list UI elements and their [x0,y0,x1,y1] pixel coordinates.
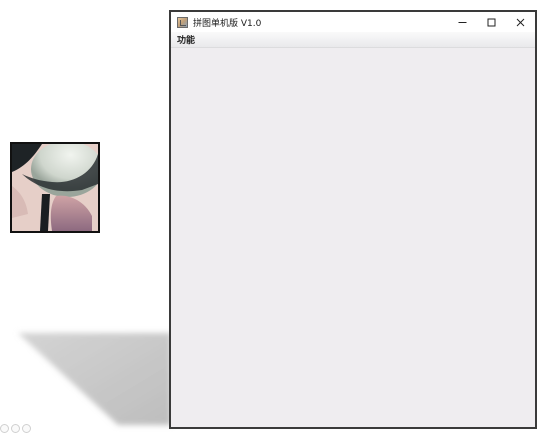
faint-circle-icon [11,424,20,433]
java-app-icon [177,16,188,28]
window-title: 拼图单机版 V1.0 [193,18,262,29]
maximize-icon [487,18,496,26]
minimize-icon [458,21,467,23]
puzzle-board[interactable] [171,48,535,427]
maximize-button[interactable] [477,12,506,32]
puzzle-tile[interactable] [10,142,100,233]
menu-bar: 功能 [171,32,535,48]
close-button[interactable] [506,12,535,32]
desktop: 拼图单机版 V1.0 功能 [0,0,545,433]
window-controls [448,12,535,32]
minimize-button[interactable] [448,12,477,32]
app-window: 拼图单机版 V1.0 功能 [169,10,537,429]
title-bar[interactable]: 拼图单机版 V1.0 [171,12,535,32]
puzzle-tile-image [12,144,98,231]
close-icon [516,18,525,26]
faint-circle-icon [0,424,9,433]
bottom-glyphs [0,424,31,433]
menu-function[interactable]: 功能 [177,33,195,46]
faint-circle-icon [22,424,31,433]
